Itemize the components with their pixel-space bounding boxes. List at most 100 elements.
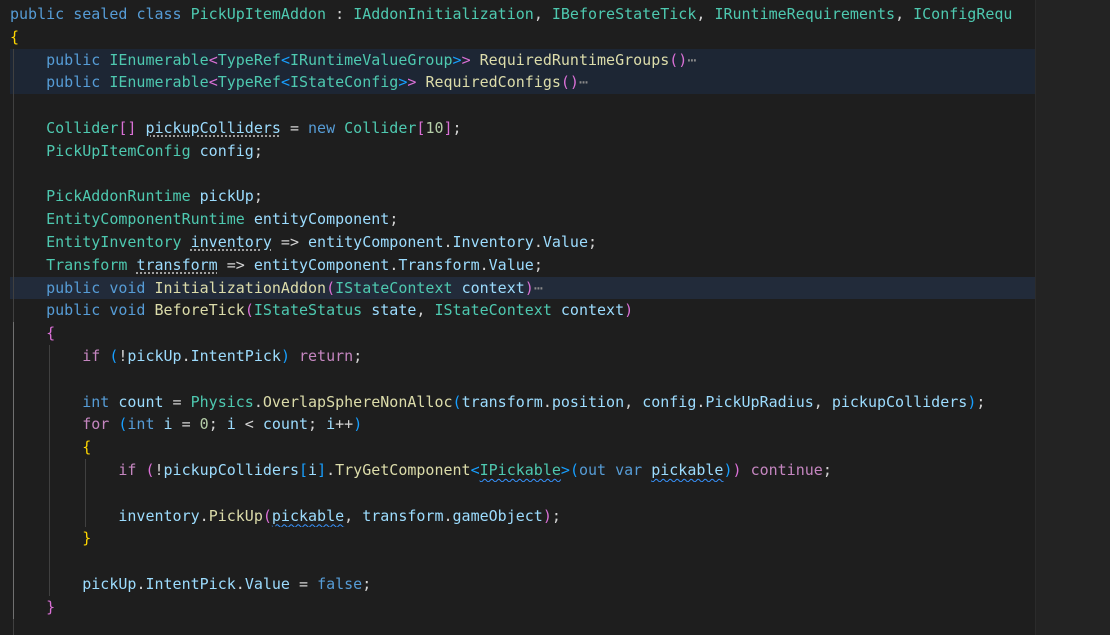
punctuation	[182, 233, 191, 251]
punctuation: ,	[416, 301, 435, 320]
code-editor[interactable]: public sealed class PickUpItemAddon : IA…	[0, 0, 1110, 635]
identifier: i	[163, 415, 173, 434]
punctuation	[100, 279, 109, 297]
fold-ellipsis-icon[interactable]: ⋯	[534, 279, 543, 297]
indentation	[10, 165, 46, 183]
identifier: Transform	[398, 255, 480, 274]
code-line[interactable]: EntityComponentRuntime entityComponent;	[10, 208, 1040, 231]
punctuation: ;	[362, 574, 372, 593]
keyword: public	[46, 73, 101, 92]
punctuation: =	[280, 118, 309, 137]
identifier: position	[551, 392, 625, 411]
punctuation: ;	[389, 210, 399, 229]
code-line[interactable]: {	[10, 322, 1040, 345]
punctuation	[191, 142, 200, 160]
code-line[interactable]: Transform transform => entityComponent.T…	[10, 253, 1040, 277]
punctuation: ,	[344, 506, 363, 525]
code-line[interactable]: if (!pickUp.IntentPick) return;	[10, 344, 1040, 368]
punctuation	[335, 119, 344, 137]
keyword: new	[308, 118, 336, 137]
indentation	[10, 51, 46, 69]
punctuation	[64, 5, 73, 23]
code-line[interactable]: }	[10, 527, 1040, 551]
code-line[interactable]: {	[10, 436, 1040, 459]
punctuation: =>	[271, 232, 309, 251]
code-line[interactable]: public sealed class PickUpItemAddon : IA…	[10, 3, 1040, 26]
code-line[interactable]: inventory.PickUp(pickable, transform.gam…	[10, 504, 1040, 528]
code-line[interactable]: EntityInventory inventory => entityCompo…	[10, 230, 1040, 254]
punctuation: ;	[253, 141, 263, 160]
bracket: <	[280, 73, 290, 92]
code-line[interactable]	[10, 94, 1040, 117]
code-line[interactable]: {	[10, 26, 1040, 49]
bracket: <	[208, 50, 218, 69]
identifier: Value	[542, 232, 588, 251]
punctuation	[552, 301, 561, 319]
code-line[interactable]: PickUpItemConfig config;	[10, 139, 1040, 163]
code-area[interactable]: public sealed class PickUpItemAddon : IA…	[10, 3, 1040, 635]
punctuation	[742, 461, 751, 479]
code-line[interactable]: public IEnumerable<TypeRef<IRuntimeValue…	[10, 48, 1040, 72]
minimap[interactable]	[1035, 0, 1110, 635]
identifier: IntentPick	[190, 346, 281, 365]
code-line[interactable]: Collider[] pickupColliders = new Collide…	[10, 116, 1040, 140]
code-line[interactable]: }	[10, 595, 1040, 619]
code-line[interactable]	[10, 162, 1040, 186]
identifier: transform	[136, 255, 218, 274]
keyword: public	[46, 301, 101, 320]
identifier: transform	[461, 392, 543, 411]
code-line[interactable]: if (!pickupColliders[i].TryGetComponent<…	[10, 458, 1040, 482]
code-line[interactable]: for (int i = 0; i < count; i++)	[10, 413, 1040, 437]
fold-ellipsis-icon[interactable]: ⋯	[687, 51, 696, 69]
identifier: count	[118, 392, 164, 411]
code-line[interactable]: pickUp.IntentPick.Value = false;	[10, 572, 1040, 596]
punctuation: ,	[624, 392, 643, 411]
code-line[interactable]	[10, 550, 1040, 573]
type-name: IConfigRequ	[913, 5, 1013, 23]
punctuation	[100, 73, 109, 91]
identifier: pickUp	[127, 346, 182, 365]
identifier: i	[226, 415, 236, 434]
type-name: IEnumerable	[109, 73, 209, 92]
identifier: inventory	[118, 506, 200, 525]
fold-ellipsis-icon[interactable]: ⋯	[579, 73, 588, 91]
identifier: pickupColliders	[145, 118, 281, 137]
code-line[interactable]	[10, 481, 1040, 505]
indentation	[10, 461, 118, 479]
code-line[interactable]	[10, 618, 1040, 635]
code-line[interactable]: public void InitializationAddon(IStateCo…	[10, 276, 1040, 300]
indentation	[10, 324, 46, 342]
bracket: (	[262, 506, 272, 525]
punctuation	[245, 210, 254, 228]
punctuation: .	[181, 346, 191, 365]
identifier: Value	[244, 574, 290, 593]
number-literal: 10	[425, 118, 444, 137]
punctuation	[642, 461, 651, 479]
control-keyword: if	[118, 460, 137, 479]
punctuation	[471, 51, 480, 69]
code-line[interactable]	[10, 367, 1040, 391]
code-line[interactable]: PickAddonRuntime pickUp;	[10, 185, 1040, 209]
keyword: public	[46, 50, 101, 69]
code-line[interactable]: public void BeforeTick(IStateStatus stat…	[10, 299, 1040, 323]
bracket: {	[10, 27, 20, 46]
code-line[interactable]: int count = Physics.OverlapSphereNonAllo…	[10, 390, 1040, 414]
code-line[interactable]: public IEnumerable<TypeRef<IStateConfig>…	[10, 71, 1040, 95]
keyword: int	[127, 415, 155, 434]
bracket: (	[326, 278, 336, 297]
bracket: ()	[560, 73, 579, 92]
bracket: [	[299, 460, 309, 479]
bracket: <	[470, 460, 480, 479]
bracket: (	[244, 301, 254, 320]
type-name: IStateContext	[335, 278, 453, 297]
punctuation	[362, 301, 371, 319]
keyword: false	[317, 574, 363, 593]
bracket: (	[452, 392, 462, 411]
punctuation: ;	[551, 506, 561, 525]
type-name: IRuntimeValueGroup	[289, 50, 453, 69]
type-name: IPickable	[479, 460, 561, 479]
punctuation: ;	[208, 415, 227, 434]
bracket: )	[732, 460, 742, 479]
type-name: IEnumerable	[109, 50, 209, 69]
identifier: Value	[488, 255, 534, 274]
